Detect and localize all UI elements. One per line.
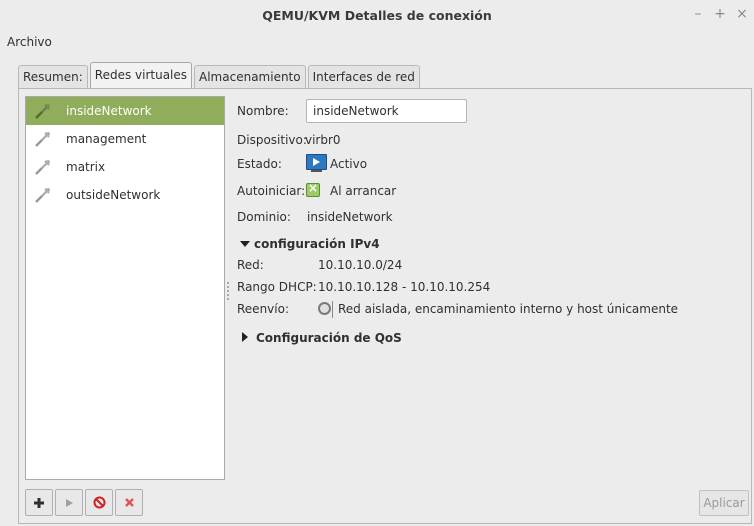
tab-bar: Resumen: Redes virtuales Almacenamiento … — [18, 62, 422, 88]
apply-button[interactable]: Aplicar — [699, 490, 749, 516]
network-toolbar — [25, 489, 145, 516]
expander-right-icon[interactable] — [242, 332, 248, 342]
dominio-value: insideNetwork — [307, 210, 393, 224]
pane-splitter[interactable] — [227, 280, 230, 304]
menu-archivo[interactable]: Archivo — [7, 35, 52, 49]
maximize-button[interactable]: + — [714, 6, 726, 22]
ipv4-section-header[interactable]: configuración IPv4 — [254, 237, 380, 251]
delete-icon — [124, 498, 134, 507]
red-label: Red: — [237, 258, 264, 272]
reenvio-label: Reenvío: — [237, 302, 289, 316]
monitor-play-icon — [306, 154, 327, 172]
dispositivo-label: Dispositivo: — [237, 133, 307, 147]
network-plug-icon — [35, 132, 50, 147]
estado-label: Estado: — [237, 157, 282, 171]
autostart-checkbox[interactable] — [306, 181, 320, 197]
play-icon — [66, 498, 73, 507]
stop-icon — [93, 496, 105, 509]
reenvio-value: Red aislada, encaminamiento interno y ho… — [338, 302, 679, 316]
autoiniciar-label: Autoiniciar: — [237, 184, 306, 198]
network-item-management[interactable]: management — [26, 125, 224, 153]
nombre-label: Nombre: — [237, 104, 289, 118]
dhcp-value: 10.10.10.128 - 10.10.10.254 — [318, 280, 491, 294]
menu-bar: Archivo — [0, 30, 754, 54]
start-network-button[interactable] — [55, 489, 83, 516]
expander-down-icon[interactable] — [240, 241, 250, 247]
network-item-label: management — [66, 132, 147, 146]
dhcp-label: Rango DHCP: — [237, 280, 317, 294]
routing-icon — [318, 301, 333, 318]
autoiniciar-value: Al arrancar — [330, 184, 397, 198]
window-title: QEMU/KVM Detalles de conexión — [262, 8, 492, 23]
network-item-matrix[interactable]: matrix — [26, 153, 224, 181]
minimize-button[interactable]: – — [692, 6, 704, 22]
tab-almacenamiento[interactable]: Almacenamiento — [194, 65, 306, 88]
plus-icon — [34, 497, 44, 508]
delete-network-button[interactable] — [115, 489, 143, 516]
network-item-insidenetwork[interactable]: insideNetwork — [26, 97, 224, 125]
stop-network-button[interactable] — [85, 489, 113, 516]
network-plug-icon — [35, 160, 50, 175]
title-bar: QEMU/KVM Detalles de conexión – + × — [0, 0, 754, 30]
tab-redes-virtuales[interactable]: Redes virtuales — [89, 62, 193, 88]
dominio-label: Dominio: — [237, 210, 291, 224]
close-button[interactable]: × — [736, 6, 748, 22]
network-plug-icon — [35, 104, 50, 119]
network-item-label: outsideNetwork — [66, 188, 161, 202]
network-item-outsidenetwork[interactable]: outsideNetwork — [26, 181, 224, 209]
window-controls: – + × — [692, 6, 748, 22]
qos-section-header[interactable]: Configuración de QoS — [256, 331, 402, 345]
tab-resumen[interactable]: Resumen: — [18, 65, 88, 88]
tab-interfaces-de-red[interactable]: Interfaces de red — [307, 65, 420, 88]
network-list[interactable]: insideNetwork management matrix outsideN… — [25, 96, 225, 480]
network-item-label: matrix — [66, 160, 106, 174]
nombre-input[interactable] — [306, 99, 467, 123]
network-item-label: insideNetwork — [66, 104, 152, 118]
estado-value: Activo — [330, 157, 368, 171]
dispositivo-value: virbr0 — [305, 133, 341, 147]
network-plug-icon — [35, 188, 50, 203]
red-value: 10.10.10.0/24 — [318, 258, 403, 272]
add-network-button[interactable] — [25, 489, 53, 516]
